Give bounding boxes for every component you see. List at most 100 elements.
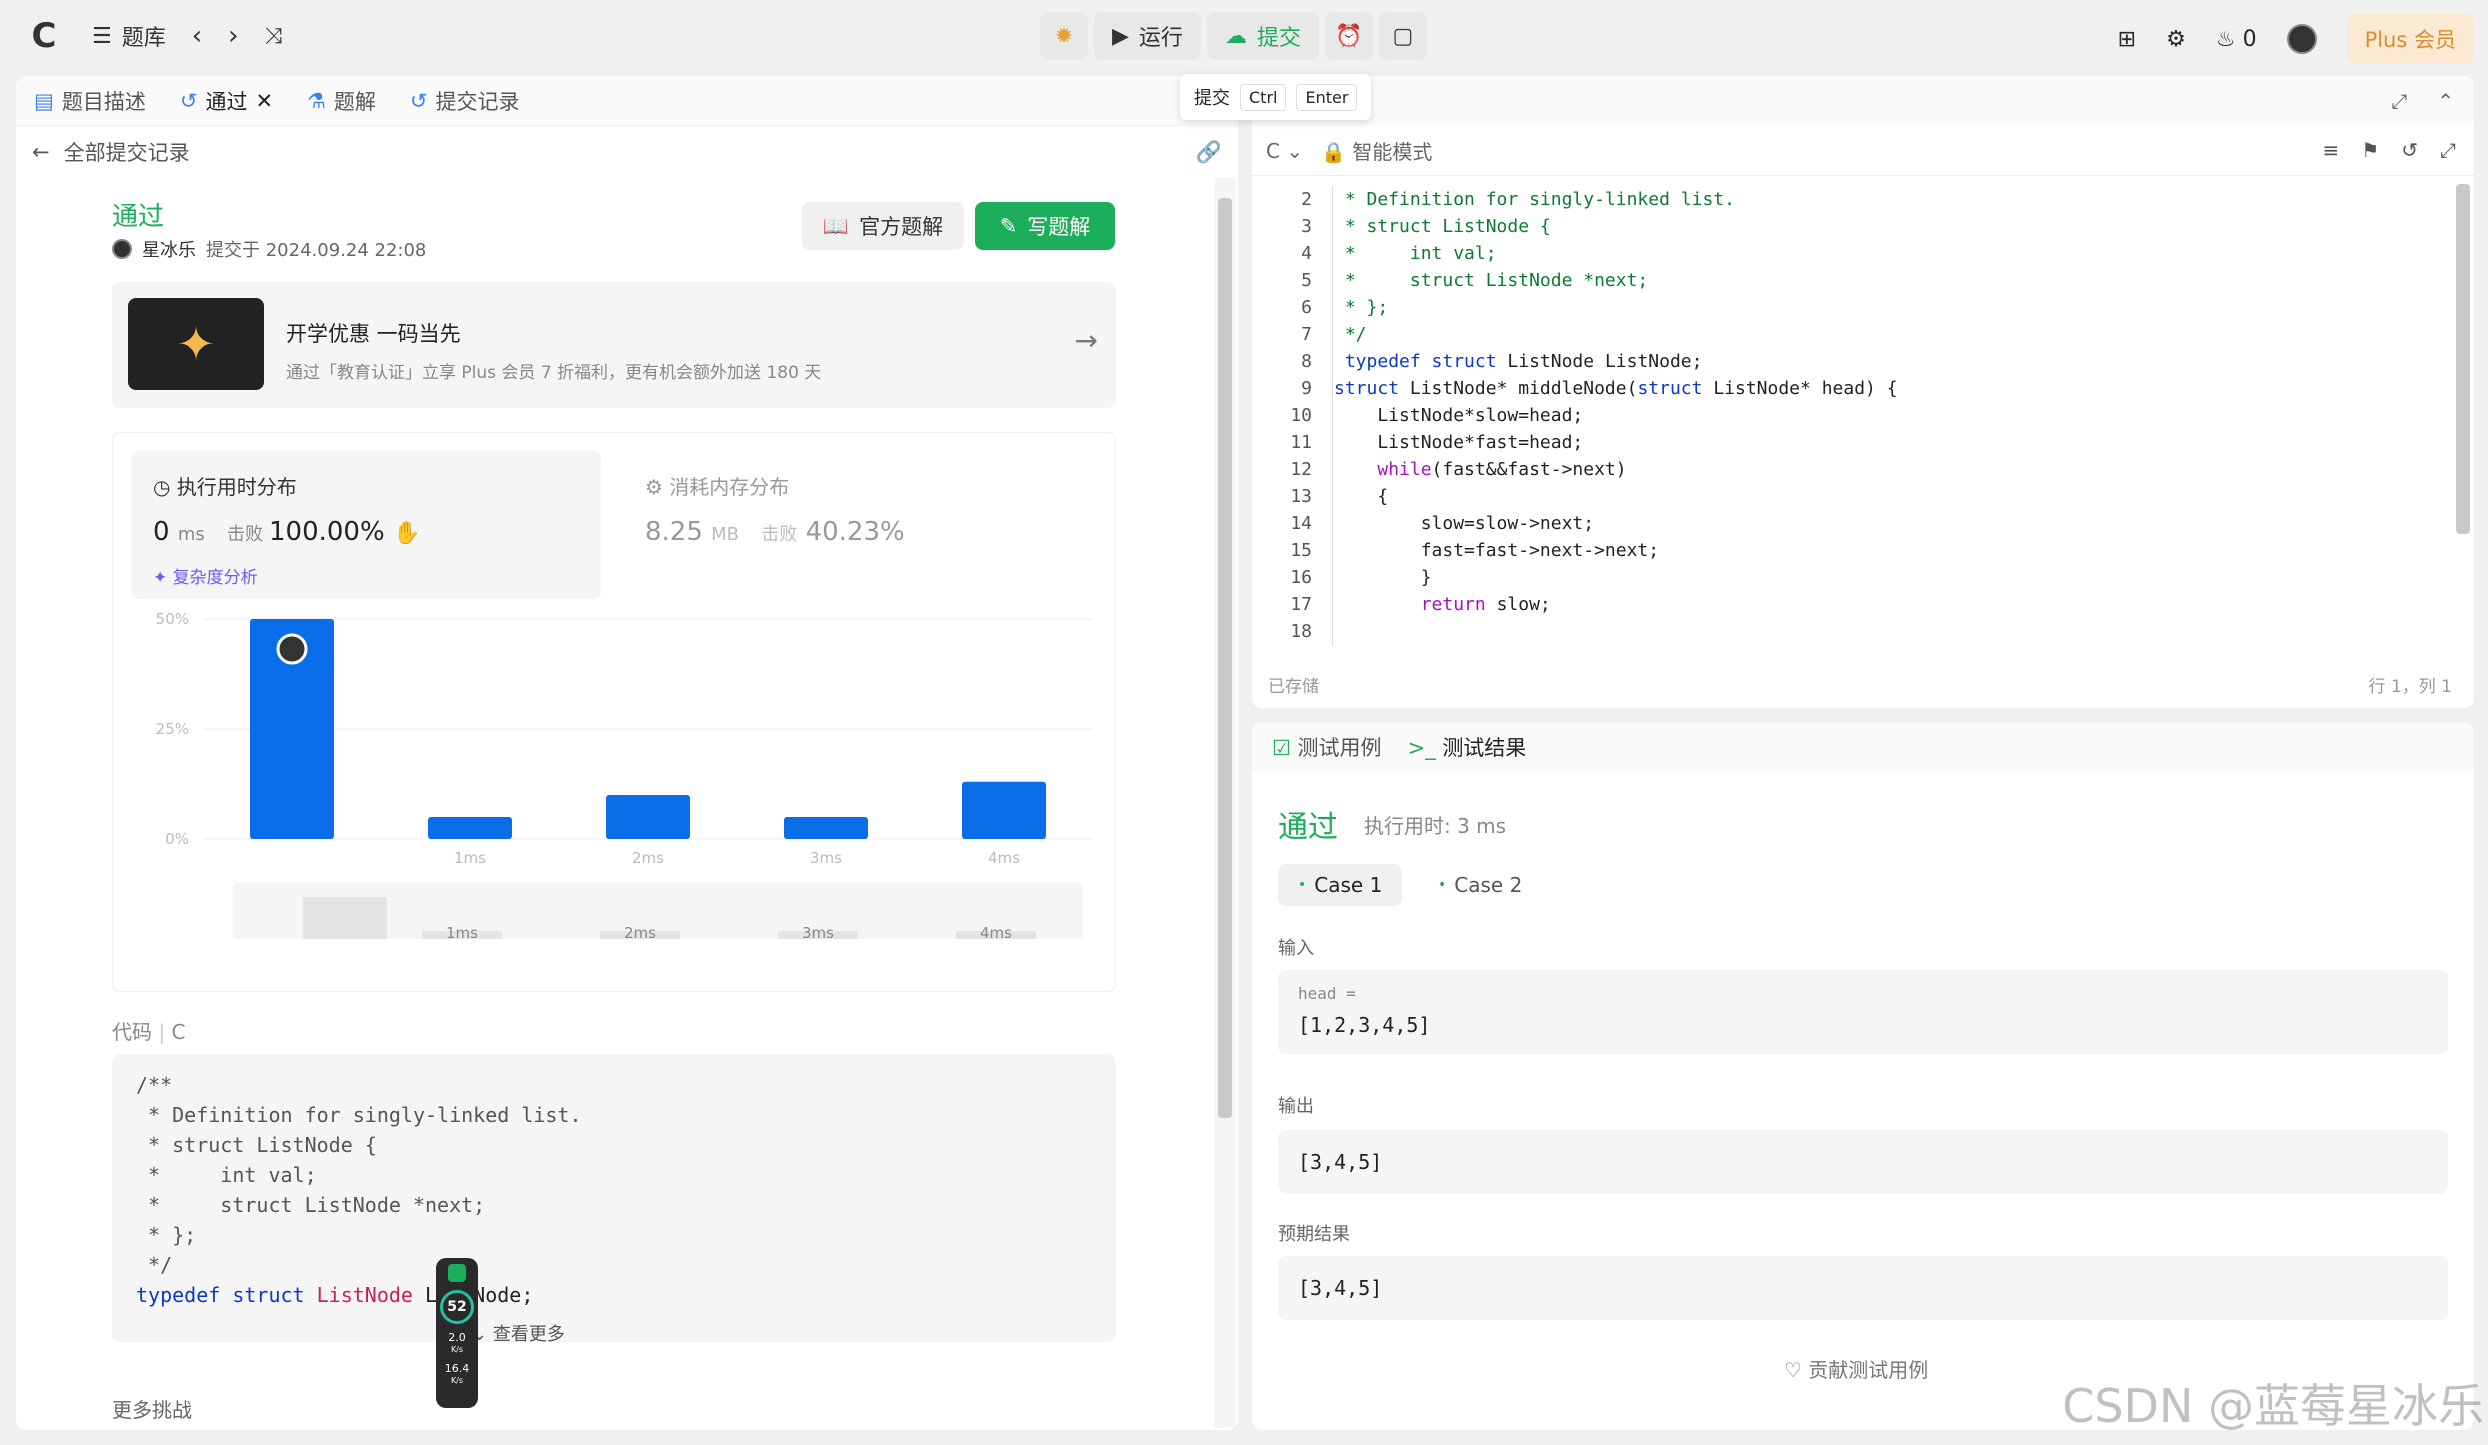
editor-header: ⤢ ⌃: [1252, 76, 2474, 126]
upload-speed: 2.0 K/s: [448, 1331, 466, 1354]
network-monitor-widget[interactable]: 52 2.0 K/s 16.4 K/s: [436, 1258, 478, 1408]
arrow-right-icon: →: [1074, 324, 1098, 357]
tab-submissions[interactable]: ↺ 提交记录: [410, 86, 520, 116]
status-accepted: 通过: [112, 202, 165, 232]
layout-icon[interactable]: ⊞: [2118, 27, 2136, 52]
write-solution-button[interactable]: ✎ 写题解: [975, 202, 1115, 250]
submit-tooltip: 提交 Ctrl Enter: [1180, 74, 1372, 120]
result-runtime: 执行用时: 3 ms: [1364, 814, 1507, 838]
promo-banner[interactable]: ✦ 开学优惠 一码当先 通过「教育认证」立享 Plus 会员 7 折福利，更有机…: [112, 282, 1116, 408]
contribute-testcase-button[interactable]: ♡ 贡献测试用例: [1784, 1354, 1928, 1383]
lock-icon: 🔒: [1321, 140, 1346, 164]
case-2-tab[interactable]: • Case 2: [1418, 864, 1542, 906]
user-avatar-marker: [276, 633, 308, 665]
chart-bar: [784, 817, 868, 839]
edit-icon: ✎: [999, 214, 1018, 238]
flame-icon: ♨: [2215, 26, 2236, 52]
left-tabs: ▤题目描述 ↺通过✕ ⚗题解 ↺提交记录 ⛶: [16, 76, 1238, 126]
x-tick-label: 2ms: [632, 849, 664, 867]
chart-bar: [428, 817, 512, 839]
tab-testcases[interactable]: ☑ 测试用例: [1272, 732, 1382, 762]
left-scrollbar[interactable]: [1214, 178, 1236, 1428]
user-avatar: [112, 239, 132, 259]
chevron-up-icon[interactable]: ⌃: [2437, 89, 2454, 113]
run-button[interactable]: ▶ 运行: [1094, 12, 1201, 60]
problem-bank-button[interactable]: ☰ 题库: [92, 20, 166, 52]
more-challenges: 更多挑战: [112, 1398, 192, 1422]
expected-label: 预期结果: [1278, 1224, 1350, 1245]
leetcode-logo[interactable]: C: [22, 14, 66, 58]
runtime-card[interactable]: ◷ 执行用时分布 0 ms 击败 100.00% ✋ ✦ 复杂度分析: [131, 451, 601, 599]
bookmark-icon[interactable]: ⚑: [2361, 138, 2379, 162]
y-tick-label: 0%: [165, 830, 189, 848]
list-icon: ☰: [92, 23, 112, 49]
x-tick-label: 4ms: [988, 849, 1020, 867]
note-icon: ▢: [1392, 23, 1414, 49]
saved-status: 已存储: [1268, 677, 1319, 697]
expand-icon[interactable]: ⤢: [2440, 138, 2456, 162]
editor-toolbar: C ⌄ 🔒 智能模式 ≡ ⚑ ↺ ⤢: [1252, 126, 2474, 176]
see-more-button[interactable]: ⌄ 查看更多: [472, 1320, 565, 1346]
test-result-panel: ☑ 测试用例 >_ 测试结果 通过 执行用时: 3 ms • Case 1 • Ca…: [1252, 722, 2474, 1430]
streak-counter[interactable]: ♨ 0: [2216, 27, 2257, 52]
range-slider-handle: [303, 897, 387, 939]
line-numbers: 2 3 4 5 6 7 8 9 10 11 12 13 14 15 16 17 18: [1290, 189, 1312, 642]
play-icon: ▶: [1112, 23, 1129, 49]
code-text[interactable]: * Definition for singly-linked list. * s…: [1334, 186, 1898, 618]
code-editor-panel: ⤢ ⌃ C ⌄ 🔒 智能模式 ≡ ⚑ ↺ ⤢ 2 3 4 5 6 7 8 9 10 11 12 13 1…: [1252, 76, 2474, 708]
tab-description[interactable]: ▤ 题目描述: [34, 86, 146, 116]
sparkle-icon: ✦: [153, 568, 168, 588]
promo-badge-icon: ✦: [128, 298, 264, 390]
format-icon[interactable]: ≡: [2323, 138, 2340, 162]
back-to-submissions[interactable]: ← 全部提交记录 🔗: [16, 126, 1238, 178]
chip-icon: ⚙: [645, 475, 663, 499]
cursor-position: 行 1，列 1: [2368, 677, 2452, 697]
y-tick-label: 25%: [156, 720, 189, 738]
top-bar: C ☰ 题库 ‹ › ⤨ ✹ ▶ 运行 ☁ 提交 ⏰ ▢ ⊞ ⚙ ♨ 0 Plus …: [0, 0, 2488, 72]
heart-icon: ♡: [1784, 1358, 1802, 1382]
submit-button[interactable]: ☁ 提交: [1206, 12, 1319, 60]
bug-icon: ✹: [1054, 23, 1074, 49]
tab-solutions[interactable]: ⚗ 题解: [307, 86, 376, 116]
stats-panel: ◷ 执行用时分布 0 ms 击败 100.00% ✋ ✦ 复杂度分析 ⚙ 消耗内存…: [112, 432, 1116, 992]
smart-mode[interactable]: 🔒 智能模式: [1321, 136, 1432, 165]
arrow-left-icon: ←: [32, 140, 50, 164]
plus-member-button[interactable]: Plus 会员: [2346, 14, 2474, 64]
cpu-ring: 52: [440, 1290, 474, 1324]
link-icon[interactable]: 🔗: [1196, 140, 1222, 165]
cloud-upload-icon: ☁: [1224, 23, 1247, 49]
prev-problem-icon[interactable]: ‹: [192, 21, 202, 51]
random-problem-icon[interactable]: ⤨: [265, 24, 283, 49]
left-panel: ▤题目描述 ↺通过✕ ⚗题解 ↺提交记录 ⛶ ← 全部提交记录 🔗 通过 星冰乐…: [16, 76, 1238, 1430]
reset-icon[interactable]: ↺: [2401, 138, 2418, 162]
y-tick-label: 50%: [156, 610, 189, 628]
clock-icon: ◷: [153, 475, 171, 499]
avatar[interactable]: [2286, 24, 2317, 54]
editor-scroll-thumb[interactable]: [2456, 184, 2470, 534]
maximize-icon[interactable]: ⤢: [2391, 89, 2407, 113]
output-label: 输出: [1278, 1096, 1314, 1117]
alarm-icon: ⏰: [1335, 23, 1363, 49]
official-solution-button[interactable]: 📖 官方题解: [802, 202, 964, 250]
tab-test-result[interactable]: >_ 测试结果: [1408, 732, 1527, 762]
gear-icon[interactable]: ⚙: [2166, 27, 2186, 52]
tab-accepted[interactable]: ↺ 通过 ✕: [180, 86, 273, 116]
next-problem-icon[interactable]: ›: [228, 21, 238, 51]
case-1-tab[interactable]: • Case 1: [1278, 864, 1403, 906]
language-select[interactable]: C ⌄: [1266, 139, 1303, 163]
check-icon: [448, 1264, 466, 1282]
editor-scrollbar[interactable]: [2452, 176, 2474, 696]
clap-icon: ✋: [392, 521, 421, 546]
timer-button[interactable]: ⏰: [1324, 12, 1373, 60]
close-icon[interactable]: ✕: [255, 89, 273, 113]
notes-button[interactable]: ▢: [1378, 12, 1427, 60]
chart-bar: [962, 781, 1046, 839]
debug-button[interactable]: ✹: [1040, 12, 1088, 60]
flask-icon: ⚗: [307, 88, 326, 113]
input-box: head = [1,2,3,4,5]: [1278, 970, 2448, 1054]
pass-dot-icon: •: [1438, 877, 1447, 893]
scroll-thumb[interactable]: [1218, 198, 1232, 1118]
mini-tick-label: 1ms: [446, 924, 478, 942]
result-status: 通过: [1278, 810, 1338, 845]
submitted-code: /** * Definition for singly-linked list.…: [112, 1054, 1116, 1342]
